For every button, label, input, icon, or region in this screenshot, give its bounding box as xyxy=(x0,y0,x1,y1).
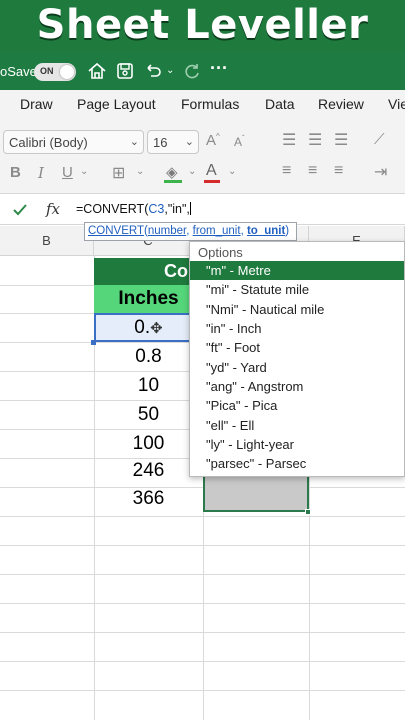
chevron-down-icon: ⌄ xyxy=(184,136,194,148)
options-dropdown: Options "m" - Metre "mi" - Statute mile … xyxy=(189,241,405,477)
toggle-text: ON xyxy=(40,66,54,76)
chevron-down-icon[interactable]: ⌄ xyxy=(228,166,236,177)
grid-line xyxy=(0,632,405,633)
tab-draw[interactable]: Draw xyxy=(20,96,53,112)
grid-line xyxy=(0,661,405,662)
font-size-value: 16 xyxy=(153,135,168,150)
autosave-label: oSave xyxy=(0,64,37,79)
tab-review[interactable]: Review xyxy=(318,96,364,112)
fill-handle[interactable] xyxy=(305,509,311,515)
align-right-icon[interactable]: ≡ xyxy=(334,162,343,180)
grid-line xyxy=(0,574,405,575)
grid-line xyxy=(0,516,405,517)
increase-font-icon[interactable]: A^ xyxy=(206,132,220,149)
align-top-icon[interactable]: ☰ xyxy=(282,130,296,150)
align-center-icon[interactable]: ≡ xyxy=(308,162,317,180)
indent-icon[interactable]: ⇥ xyxy=(374,162,387,182)
underline-button[interactable]: U xyxy=(62,164,73,181)
decrease-font-icon[interactable]: Aˇ xyxy=(234,134,245,149)
option-item[interactable]: "parsec" - Parsec xyxy=(190,454,404,473)
toggle-knob xyxy=(60,65,74,79)
font-color-swatch xyxy=(204,180,220,183)
option-item[interactable]: "ft" - Foot xyxy=(190,338,404,357)
formula-bar: fx =CONVERT(C3,"in", xyxy=(0,195,405,225)
undo-icon[interactable] xyxy=(142,60,164,82)
option-item[interactable]: "ly" - Light-year xyxy=(190,435,404,454)
option-item[interactable]: "in" - Inch xyxy=(190,319,404,338)
orientation-icon[interactable]: ⟋ xyxy=(374,131,385,148)
save-icon[interactable] xyxy=(114,60,136,82)
option-item[interactable]: "yd" - Yard xyxy=(190,358,404,377)
title-bar: oSave ON ⌄ ··· xyxy=(0,52,405,90)
chevron-down-icon[interactable]: ⌄ xyxy=(80,166,88,177)
cell-value: 0. xyxy=(134,317,151,338)
tooltip-arg-to-unit[interactable]: to_unit xyxy=(247,225,285,237)
tooltip-function[interactable]: CONVERT xyxy=(88,225,144,237)
formula-input[interactable]: =CONVERT(C3,"in", xyxy=(76,202,191,216)
chevron-down-icon: ⌄ xyxy=(129,136,139,148)
tab-view[interactable]: Vie xyxy=(388,96,405,112)
borders-icon[interactable]: ⊞ xyxy=(112,163,125,183)
undo-chevron-icon[interactable]: ⌄ xyxy=(166,65,174,76)
video-banner: Sheet Leveller xyxy=(0,0,405,52)
formula-cell-ref: C3 xyxy=(148,202,165,216)
formula-suffix: ,"in", xyxy=(164,202,190,216)
font-size-select[interactable]: 16 ⌄ xyxy=(147,130,199,154)
redo-icon[interactable] xyxy=(181,60,203,82)
formula-prefix: =CONVERT( xyxy=(76,202,149,216)
cell-c4[interactable]: 0.8 xyxy=(94,342,203,371)
tooltip-arg-number[interactable]: number xyxy=(148,225,186,237)
function-tooltip[interactable]: CONVERT(number, from_unit, to_unit) xyxy=(84,222,297,241)
grid-line xyxy=(0,545,405,546)
autosave-toggle[interactable]: ON xyxy=(34,63,76,81)
text-caret xyxy=(189,202,191,215)
align-left-icon[interactable]: ≡ xyxy=(282,162,291,180)
cell-c5[interactable]: 10 xyxy=(94,371,203,400)
grid-line xyxy=(0,690,405,691)
tab-data[interactable]: Data xyxy=(265,96,295,112)
ribbon: Calibri (Body) ⌄ 16 ⌄ A^ Aˇ ☰ ☰ ☰ ⟋ B I … xyxy=(0,120,405,194)
option-item[interactable]: "ang" - Angstrom xyxy=(190,377,404,396)
fill-color-icon[interactable]: ◈ xyxy=(166,163,178,181)
font-color-icon[interactable]: A xyxy=(206,162,217,180)
options-title: Options xyxy=(198,245,243,260)
option-item[interactable]: "m" - Metre xyxy=(190,261,404,280)
bold-button[interactable]: B xyxy=(10,164,21,181)
tooltip-arg-from-unit[interactable]: from_unit xyxy=(193,225,241,237)
option-item[interactable]: "Pica" - Pica xyxy=(190,396,404,415)
chevron-down-icon[interactable]: ⌄ xyxy=(136,166,144,177)
option-item[interactable]: "mi" - Statute mile xyxy=(190,280,404,299)
option-item[interactable]: "Nmi" - Nautical mile xyxy=(190,300,404,319)
cell-cursor-icon: ✥ xyxy=(150,320,163,337)
cell-c8[interactable]: 246 xyxy=(94,456,203,485)
check-icon[interactable] xyxy=(12,202,28,218)
align-middle-icon[interactable]: ☰ xyxy=(308,130,322,150)
cell-c6[interactable]: 50 xyxy=(94,400,203,429)
function-icon[interactable]: fx xyxy=(46,200,60,218)
more-icon[interactable]: ··· xyxy=(210,58,232,80)
cell-c7[interactable]: 100 xyxy=(94,429,203,458)
align-bottom-icon[interactable]: ☰ xyxy=(334,130,348,150)
banner-title: Sheet Leveller xyxy=(36,2,369,48)
ribbon-tabs: Draw Page Layout Formulas Data Review Vi… xyxy=(0,90,405,120)
tab-formulas[interactable]: Formulas xyxy=(181,96,239,112)
font-name-value: Calibri (Body) xyxy=(9,135,88,150)
font-name-select[interactable]: Calibri (Body) ⌄ xyxy=(3,130,144,154)
column-header-b[interactable]: B xyxy=(0,226,94,256)
italic-button[interactable]: I xyxy=(38,164,44,182)
cell-c9[interactable]: 366 xyxy=(94,484,203,513)
cell-c3[interactable]: 0.✥ xyxy=(94,313,203,342)
inches-header-cell[interactable]: Inches xyxy=(94,285,203,313)
home-icon[interactable] xyxy=(86,60,108,82)
grid-line xyxy=(0,603,405,604)
chevron-down-icon[interactable]: ⌄ xyxy=(188,166,196,177)
option-item[interactable]: "ell" - Ell xyxy=(190,416,404,435)
fill-color-swatch xyxy=(164,180,182,183)
tab-page-layout[interactable]: Page Layout xyxy=(77,96,156,112)
